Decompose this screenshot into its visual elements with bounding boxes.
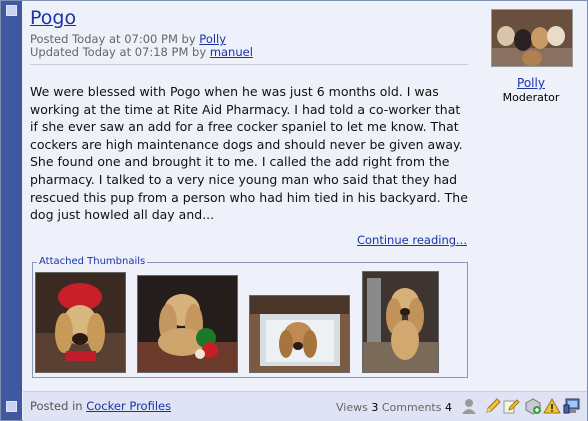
updated-meta: Updated Today at 07:18 PM by manuel xyxy=(30,45,253,59)
entry-content: Pogo Posted Today at 07:00 PM by Polly U… xyxy=(23,1,587,390)
collapse-square-icon[interactable] xyxy=(6,5,17,16)
author-role: Moderator xyxy=(502,91,560,104)
blog-entry-panel: Pogo Posted Today at 07:00 PM by Polly U… xyxy=(0,0,588,421)
updated-text: Updated Today at 07:18 PM by xyxy=(30,45,207,59)
entry-footer: Posted in Cocker Profiles Views 3 Commen… xyxy=(23,391,587,421)
pencil-edit-icon[interactable] xyxy=(484,397,502,415)
entry-body-text: We were blessed with Pogo when he was ju… xyxy=(30,84,468,223)
views-count: 3 xyxy=(371,401,379,414)
attached-thumbnails-box: Attached Thumbnails xyxy=(32,256,468,378)
posted-in: Posted in Cocker Profiles xyxy=(30,399,171,413)
updated-author-link[interactable]: manuel xyxy=(210,45,253,59)
category-link[interactable]: Cocker Profiles xyxy=(86,399,171,413)
title-divider xyxy=(30,64,468,65)
comments-label: Comments xyxy=(381,401,442,414)
posted-text: Posted Today at 07:00 PM by xyxy=(30,32,196,46)
thumbnail-cocker-in-basket[interactable] xyxy=(249,295,350,373)
dog-photo-icon xyxy=(250,296,349,372)
dog-photo-icon xyxy=(36,273,125,372)
dog-photo-icon xyxy=(138,276,237,372)
user-icon[interactable] xyxy=(460,397,478,415)
left-accent-bar xyxy=(1,1,22,420)
thumbnail-cocker-red-hat[interactable] xyxy=(35,272,126,373)
posted-author-link[interactable]: Polly xyxy=(199,32,226,46)
entry-title-link[interactable]: Pogo xyxy=(30,7,76,29)
author-name-link[interactable]: Polly xyxy=(489,76,573,90)
continue-reading-link[interactable]: Continue reading... xyxy=(357,233,467,247)
add-comment-icon[interactable] xyxy=(524,397,542,415)
computer-icon[interactable] xyxy=(563,397,581,415)
views-label: Views xyxy=(336,401,368,414)
thumbnail-cocker-standing[interactable] xyxy=(362,271,439,373)
posted-meta: Posted Today at 07:00 PM by Polly xyxy=(30,32,226,46)
dog-photo-icon xyxy=(363,272,438,372)
entry-stats: Views 3 Comments 4 xyxy=(336,401,452,414)
comments-count: 4 xyxy=(444,401,452,414)
thumbnail-cocker-with-toy[interactable] xyxy=(137,275,238,373)
warning-icon[interactable] xyxy=(543,397,561,415)
edit-note-icon[interactable] xyxy=(502,397,520,415)
posted-in-label: Posted in xyxy=(30,399,83,413)
attached-thumbnails-legend: Attached Thumbnails xyxy=(37,256,148,267)
avatar-dogs-image xyxy=(492,10,572,66)
footer-square-icon xyxy=(6,401,17,412)
author-avatar[interactable] xyxy=(491,9,573,67)
